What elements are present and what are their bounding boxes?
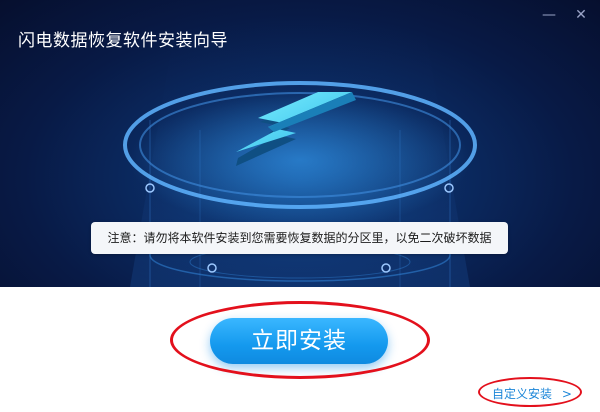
custom-install-link[interactable]: 自定义安装 > <box>492 385 572 402</box>
install-now-button[interactable]: 立即安装 <box>210 318 388 364</box>
installer-window: 闪电数据恢复软件安装向导 — ✕ 注意：请勿将本软件安装到您需要恢复数据的分区里… <box>0 0 600 412</box>
close-button[interactable]: ✕ <box>572 6 590 24</box>
minimize-button[interactable]: — <box>540 6 558 24</box>
custom-install-label: 自定义安装 <box>492 387 553 401</box>
window-controls: — ✕ <box>540 6 590 24</box>
chevron-right-icon: > <box>561 387 572 401</box>
window-title: 闪电数据恢复软件安装向导 <box>18 31 228 51</box>
warning-notice: 注意：请勿将本软件安装到您需要恢复数据的分区里，以免二次破坏数据 <box>91 222 508 254</box>
hero-banner: 闪电数据恢复软件安装向导 — ✕ 注意：请勿将本软件安装到您需要恢复数据的分区里… <box>0 0 600 287</box>
